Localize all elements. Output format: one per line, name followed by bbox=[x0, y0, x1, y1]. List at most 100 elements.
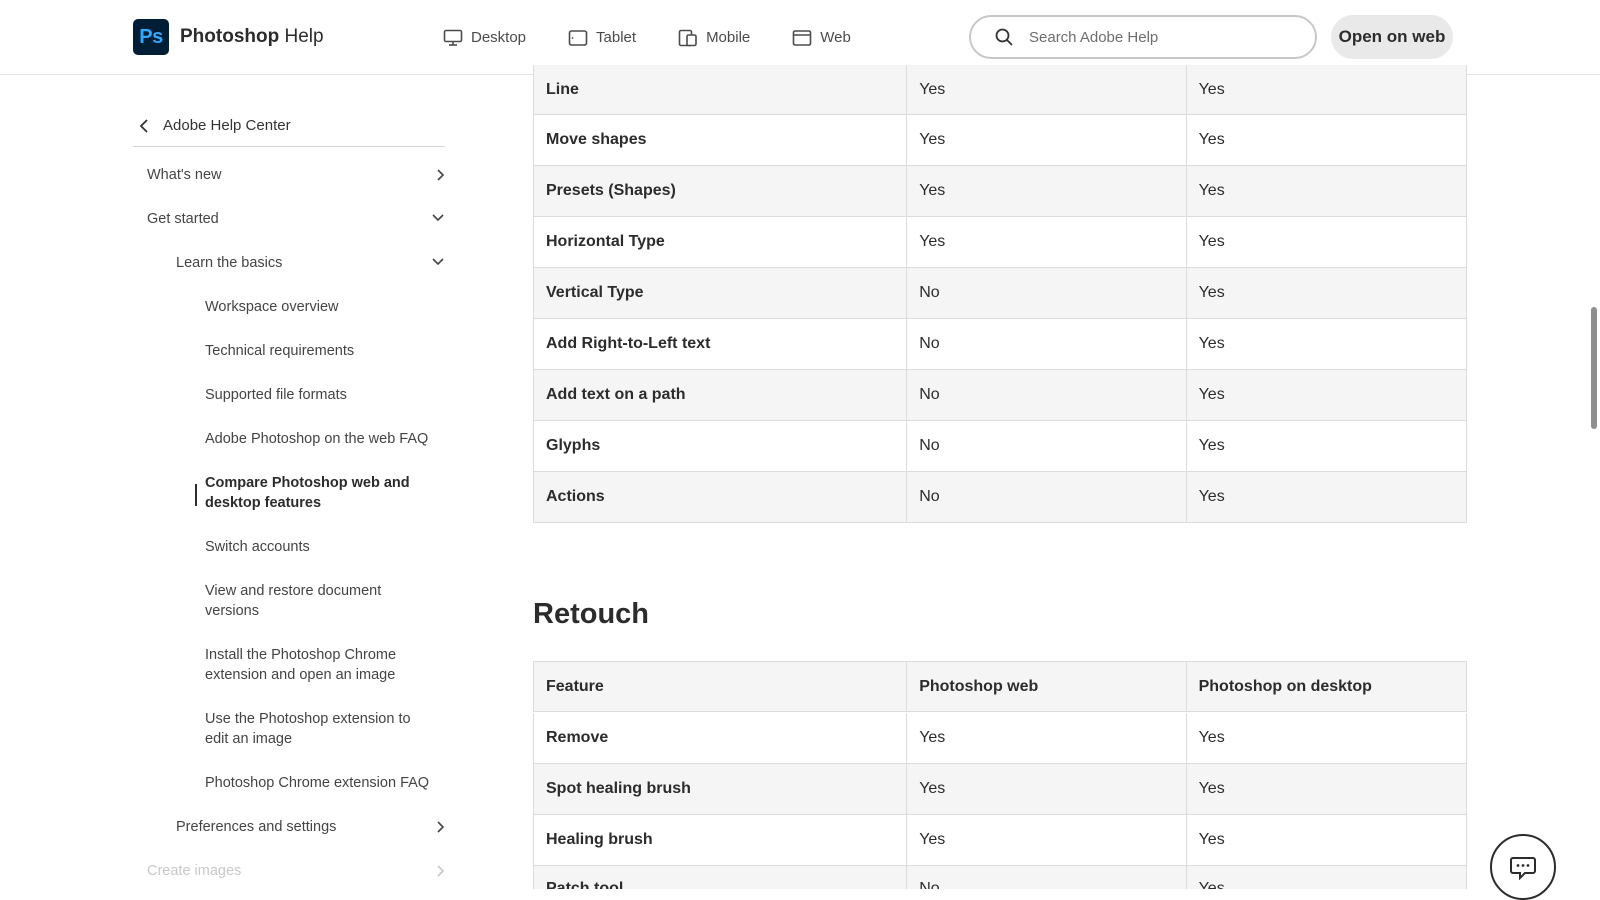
desktop-cell: Yes bbox=[1198, 488, 1225, 505]
web-cell: No bbox=[907, 370, 1187, 420]
brand[interactable]: Ps Photoshop Help bbox=[133, 19, 324, 55]
sidebar-item-technical-requirements[interactable]: Technical requirements bbox=[205, 341, 354, 361]
section-title-retouch: Retouch bbox=[533, 598, 649, 630]
sidebar-item-create-images[interactable]: Create images bbox=[147, 861, 445, 881]
sidebar-item-label: desktop features bbox=[205, 495, 322, 511]
sidebar-item-label: edit an image bbox=[205, 731, 293, 747]
desktop-cell: Yes bbox=[1198, 880, 1225, 889]
chevron-right-icon bbox=[437, 169, 445, 181]
sidebar-item-label: Workspace overview bbox=[205, 299, 339, 315]
feature-cell: Actions bbox=[534, 472, 908, 522]
tablet-icon bbox=[568, 29, 588, 46]
sidebar-item-label: Technical requirements bbox=[205, 343, 355, 359]
search-box[interactable] bbox=[969, 15, 1317, 59]
chat-button[interactable] bbox=[1490, 834, 1556, 900]
mobile-icon bbox=[678, 29, 697, 46]
search-icon bbox=[995, 28, 1013, 46]
back-to-help-center[interactable]: Adobe Help Center bbox=[133, 105, 445, 147]
back-link-label: Adobe Help Center bbox=[163, 117, 291, 134]
feature-cell: Move shapes bbox=[534, 115, 908, 165]
web-cell: No bbox=[907, 472, 1187, 522]
desktop-cell: Yes bbox=[1198, 386, 1225, 403]
web-cell: Yes bbox=[907, 65, 1187, 114]
sidebar-item-learn-the-basics[interactable]: Learn the basics bbox=[176, 253, 445, 273]
sidebar-item-label: extension and open an image bbox=[205, 667, 396, 683]
sidebar-item-label: What's new bbox=[147, 167, 222, 183]
nav-tablet[interactable]: Tablet bbox=[568, 0, 636, 75]
feature-cell: Healing brush bbox=[534, 815, 908, 865]
sidebar: Adobe Help Center What's new Get started… bbox=[133, 75, 445, 889]
sidebar-item-web-faq[interactable]: Adobe Photoshop on the web FAQ bbox=[205, 429, 428, 449]
current-page-indicator bbox=[195, 484, 197, 506]
sidebar-item-whats-new[interactable]: What's new bbox=[147, 165, 445, 185]
desktop-icon bbox=[443, 29, 463, 46]
desktop-cell: Yes bbox=[1198, 831, 1225, 848]
page-scrollbar-thumb[interactable] bbox=[1591, 307, 1597, 429]
desktop-cell: Yes bbox=[1198, 284, 1225, 301]
web-cell: No bbox=[907, 421, 1187, 471]
sidebar-item-compare-features[interactable]: Compare Photoshop web and desktop featur… bbox=[205, 473, 410, 513]
brand-title-bold: Photoshop bbox=[180, 26, 280, 47]
table-header-row: Feature Photoshop web Photoshop on deskt… bbox=[533, 661, 1467, 712]
sidebar-item-label: Learn the basics bbox=[176, 255, 283, 271]
sidebar-item-switch-accounts[interactable]: Switch accounts bbox=[205, 537, 310, 557]
sidebar-item-label: Use the Photoshop extension to bbox=[205, 711, 411, 727]
desktop-cell: Yes bbox=[1198, 780, 1225, 797]
web-cell: Yes bbox=[907, 217, 1187, 267]
table-row: Remove Yes Yes bbox=[533, 713, 1467, 764]
table-row: Vertical Type No Yes bbox=[533, 268, 1467, 319]
nav-desktop-label: Desktop bbox=[471, 29, 527, 46]
sidebar-item-label: View and restore document bbox=[205, 583, 382, 599]
desktop-cell: Yes bbox=[1198, 335, 1225, 352]
brand-title-light: Help bbox=[284, 26, 324, 47]
sidebar-item-label: Compare Photoshop web and bbox=[205, 475, 410, 491]
sidebar-item-use-extension[interactable]: Use the Photoshop extension to edit an i… bbox=[205, 709, 411, 749]
nav-web-label: Web bbox=[820, 29, 851, 46]
sidebar-item-workspace-overview[interactable]: Workspace overview bbox=[205, 297, 339, 317]
column-header: Photoshop web bbox=[907, 662, 1187, 711]
sidebar-item-supported-file-formats[interactable]: Supported file formats bbox=[205, 385, 347, 405]
web-cell: No bbox=[907, 866, 1187, 889]
chevron-down-icon bbox=[432, 258, 444, 266]
sidebar-item-chrome-extension-faq[interactable]: Photoshop Chrome extension FAQ bbox=[205, 773, 429, 793]
sidebar-item-label: Adobe Photoshop on the web FAQ bbox=[205, 431, 429, 447]
feature-cell: Glyphs bbox=[534, 421, 908, 471]
web-cell: Yes bbox=[907, 764, 1187, 814]
chevron-right-icon bbox=[437, 865, 445, 877]
nav-desktop[interactable]: Desktop bbox=[443, 0, 526, 75]
table-row: Add text on a path No Yes bbox=[533, 370, 1467, 421]
sidebar-item-label: versions bbox=[205, 603, 259, 619]
feature-cell: Horizontal Type bbox=[534, 217, 908, 267]
nav-mobile[interactable]: Mobile bbox=[678, 0, 750, 75]
search-input[interactable] bbox=[1029, 28, 1279, 46]
table-row: Add Right-to-Left text No Yes bbox=[533, 319, 1467, 370]
sidebar-item-label: Get started bbox=[147, 211, 219, 227]
feature-cell: Presets (Shapes) bbox=[534, 166, 908, 216]
web-cell: Yes bbox=[907, 166, 1187, 216]
feature-cell: Line bbox=[534, 65, 908, 114]
feature-cell: Add text on a path bbox=[534, 370, 908, 420]
photoshop-logo: Ps bbox=[133, 19, 169, 55]
nav-web[interactable]: Web bbox=[784, 0, 859, 75]
chat-icon bbox=[1510, 857, 1536, 880]
sidebar-item-label: Preferences and settings bbox=[176, 819, 337, 835]
sidebar-item-view-restore-versions[interactable]: View and restore document versions bbox=[205, 581, 381, 621]
sidebar-item-label: Switch accounts bbox=[205, 539, 310, 555]
column-header: Feature bbox=[534, 662, 908, 711]
table-row: Patch tool No Yes bbox=[533, 866, 1467, 889]
feature-cell: Patch tool bbox=[534, 866, 908, 889]
top-header: Ps Photoshop Help Desktop Tablet Mobile … bbox=[0, 0, 1600, 75]
desktop-cell: Yes bbox=[1198, 80, 1225, 98]
column-header: Photoshop on desktop bbox=[1198, 677, 1372, 695]
web-icon bbox=[792, 29, 812, 46]
table-row: Horizontal Type Yes Yes bbox=[533, 217, 1467, 268]
desktop-cell: Yes bbox=[1198, 131, 1225, 148]
chevron-right-icon bbox=[437, 821, 445, 833]
sidebar-item-preferences-settings[interactable]: Preferences and settings bbox=[176, 817, 445, 837]
web-cell: No bbox=[907, 319, 1187, 369]
feature-cell: Remove bbox=[534, 713, 908, 763]
sidebar-item-get-started[interactable]: Get started bbox=[147, 209, 445, 229]
sidebar-item-install-chrome-extension[interactable]: Install the Photoshop Chrome extension a… bbox=[205, 645, 396, 685]
brand-title: Photoshop Help bbox=[180, 26, 324, 48]
open-on-web-button[interactable]: Open on web bbox=[1331, 15, 1453, 59]
